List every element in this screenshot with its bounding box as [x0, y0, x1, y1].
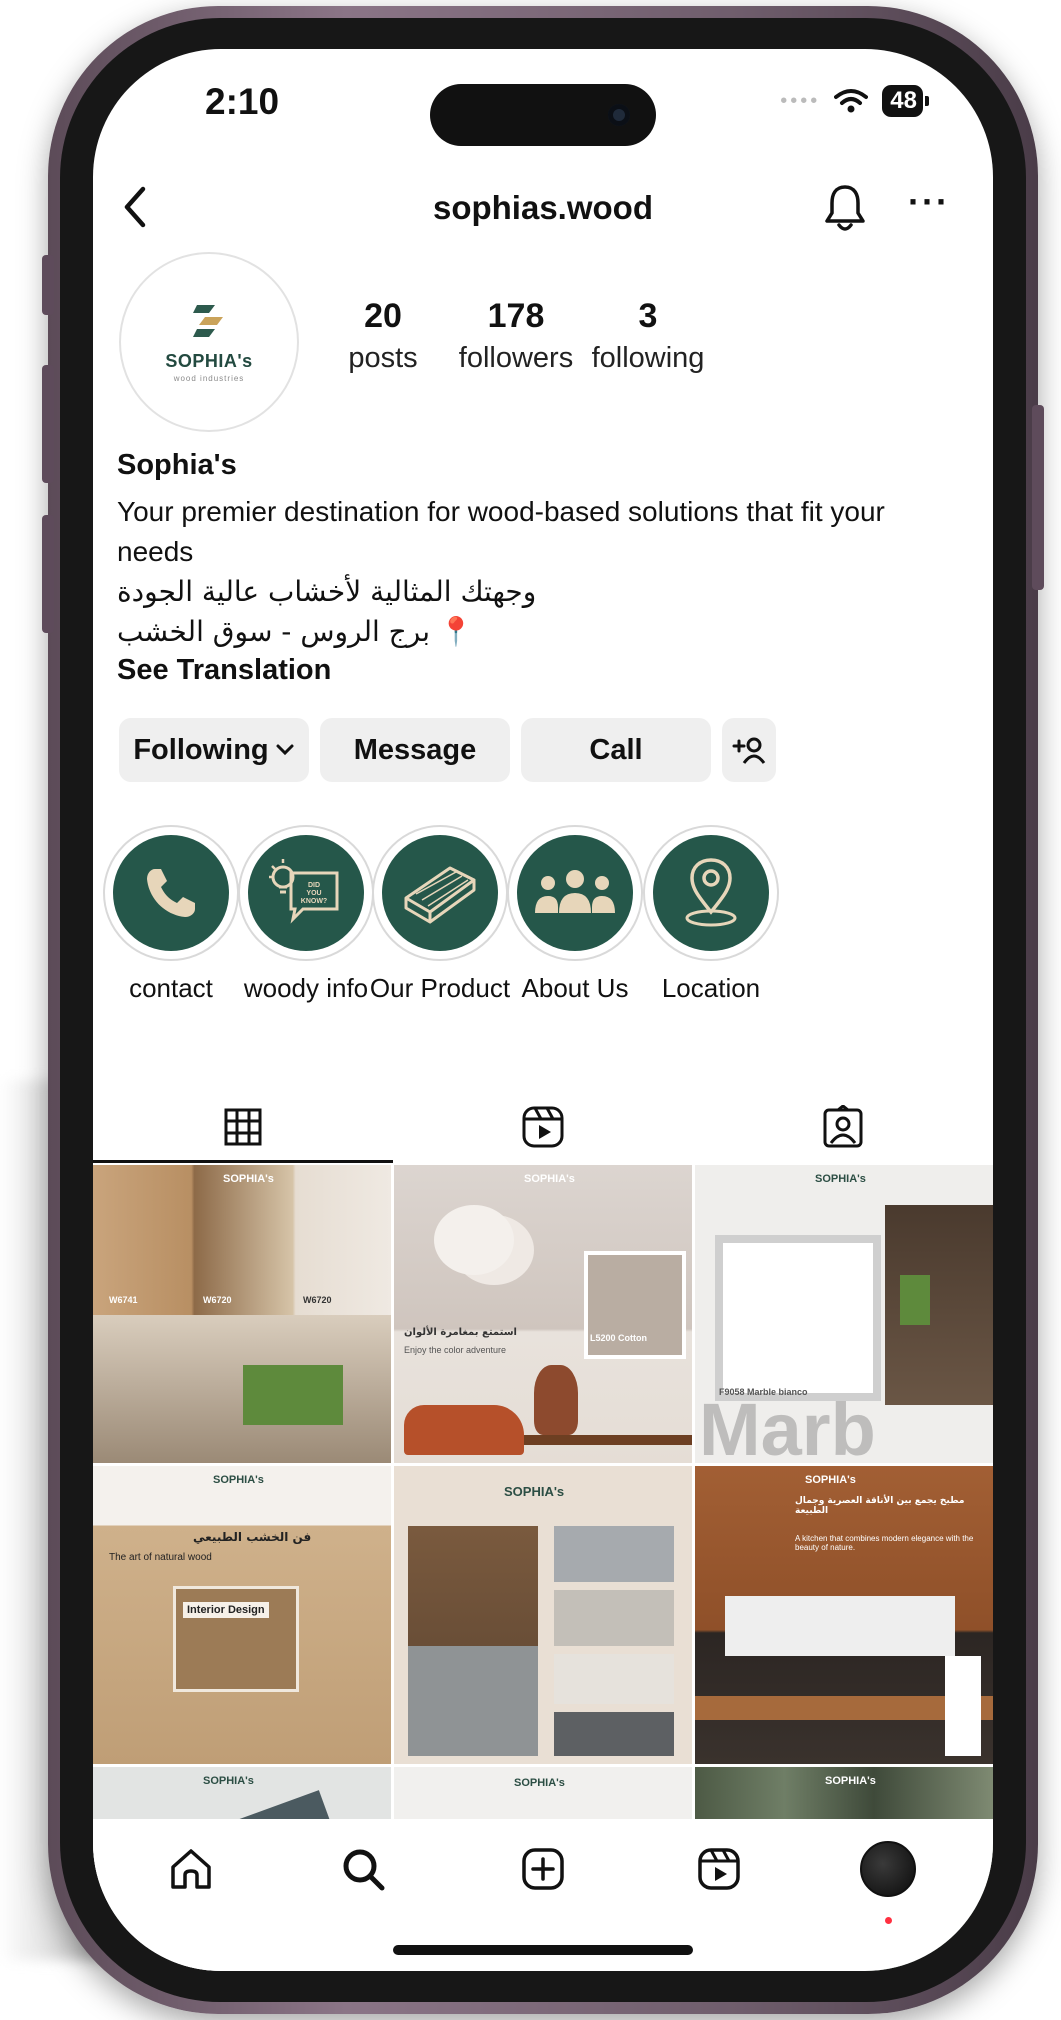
add-person-icon [732, 737, 766, 764]
signal-dots-icon: •••• [780, 89, 821, 112]
post-2-logo: SOPHIA's [524, 1173, 575, 1185]
status-icons: •••• 48 [780, 85, 929, 117]
lightbulb-chat-icon: DID YOU KNOW? [269, 859, 339, 924]
avatar-brand-subtext: wood industries [173, 374, 245, 383]
following-button-label: Following [133, 733, 269, 766]
following-button[interactable]: Following [119, 718, 309, 782]
post-4-label: Interior Design [183, 1602, 269, 1618]
post-6-arabic-caption: مطبخ يجمع بين الأناقة العصرية وجمال الطب… [795, 1496, 965, 1516]
wood-planks-icon [404, 866, 476, 924]
nav-home[interactable] [161, 1839, 221, 1899]
brand-logo-icon [193, 305, 223, 337]
profile-header: sophias.wood ··· [93, 169, 993, 249]
add-post-icon [522, 1848, 564, 1890]
tagged-icon [823, 1105, 863, 1148]
phone-screen: 2:10 •••• 48 sophias.wood ··· SOPHIA's w… [93, 49, 993, 1971]
nav-profile[interactable] [858, 1839, 918, 1899]
profile-avatar[interactable]: SOPHIA's wood industries [119, 252, 299, 432]
post-3-logo: SOPHIA's [815, 1173, 866, 1185]
battery-indicator: 48 [882, 85, 929, 117]
profile-tabs [93, 1094, 993, 1164]
bio-arabic: وجهتك المثالية لأخشاب عالية الجودة [117, 575, 537, 608]
svg-text:KNOW?: KNOW? [301, 898, 327, 905]
post-6-kitchen[interactable]: مطبخ يجمع بين الأناقة العصرية وجمال الطب… [695, 1466, 993, 1764]
stat-following-label: following [591, 342, 705, 374]
reels-icon [698, 1848, 740, 1890]
post-8-logo: SOPHIA's [514, 1777, 565, 1789]
wifi-icon [834, 89, 869, 113]
post-5-samples[interactable]: SOPHIA's [394, 1466, 692, 1764]
profile-avatar-small [860, 1841, 916, 1897]
bio-english: Your premier destination for wood-based … [117, 496, 885, 567]
svg-text:YOU: YOU [306, 890, 321, 897]
nav-search[interactable] [333, 1839, 393, 1899]
more-options-icon[interactable]: ··· [908, 181, 950, 223]
home-indicator [393, 1945, 693, 1955]
camera-icon [608, 104, 630, 126]
bell-icon[interactable] [823, 179, 867, 235]
volume-up-button [42, 365, 54, 483]
stat-following-value: 3 [638, 297, 658, 335]
grid-icon [224, 1108, 262, 1146]
post-2-swatch-label: L5200 Cotton [590, 1333, 648, 1343]
post-1-code-2: W6720 [203, 1295, 232, 1305]
power-button [1032, 405, 1044, 590]
highlight-location-label: Location [661, 973, 761, 1003]
profile-bio: Sophia's Your premier destination for wo… [117, 449, 967, 687]
post-6-english-caption: A kitchen that combines modern elegance … [795, 1534, 974, 1552]
post-9-logo: SOPHIA's [825, 1775, 876, 1787]
tab-tagged[interactable] [693, 1094, 993, 1160]
bio-location: 📍 برج الروس - سوق الخشب [117, 615, 474, 648]
suggested-users-button[interactable] [722, 718, 776, 782]
message-button[interactable]: Message [320, 718, 510, 782]
notification-dot [885, 1917, 892, 1924]
highlight-location[interactable]: Location [631, 825, 791, 1004]
stat-following[interactable]: 3 following [558, 297, 738, 375]
status-time: 2:10 [205, 81, 280, 122]
profile-display-name: Sophia's [117, 449, 237, 481]
post-1-code-1: W6741 [109, 1295, 138, 1305]
home-icon [171, 1849, 211, 1889]
location-pin-icon [685, 858, 737, 927]
tab-active-indicator [93, 1160, 393, 1163]
post-4-natural-wood[interactable]: فن الخشب الطبيعي The art of natural wood… [93, 1466, 391, 1764]
volume-down-button [42, 515, 54, 633]
post-3-marble[interactable]: F9058 Marble bianco Marb SOPHIA's [695, 1165, 993, 1463]
post-4-arabic-caption: فن الخشب الطبيعي [193, 1530, 312, 1544]
post-1-code-3: W6720 [303, 1295, 332, 1305]
post-5-logo: SOPHIA's [504, 1484, 565, 1499]
post-2-english-caption: Enjoy the color adventure [404, 1345, 507, 1355]
post-6-logo: SOPHIA's [805, 1474, 856, 1486]
post-3-watermark-text: Marb [699, 1388, 876, 1464]
tab-posts-grid[interactable] [93, 1094, 393, 1160]
post-4-logo: SOPHIA's [213, 1474, 264, 1486]
phone-icon [147, 869, 195, 917]
mute-switch [42, 255, 54, 315]
group-icon [535, 870, 615, 913]
see-translation-link[interactable]: See Translation [117, 654, 967, 687]
post-2-arabic-caption: استمتع بمغامرة الألوان [404, 1327, 517, 1338]
tab-reels[interactable] [393, 1094, 693, 1160]
post-4-english-caption: The art of natural wood [109, 1552, 212, 1563]
reels-icon [522, 1106, 564, 1148]
post-1-logo: SOPHIA's [223, 1173, 274, 1185]
search-icon [343, 1849, 385, 1891]
call-button[interactable]: Call [521, 718, 711, 782]
nav-create[interactable] [513, 1839, 573, 1899]
post-1-wood-panels[interactable]: W6741 W6720 W6720 SOPHIA's [93, 1165, 391, 1463]
post-2-cotton[interactable]: L5200 Cotton استمتع بمغامرة الألوان Enjo… [394, 1165, 692, 1463]
post-7-logo: SOPHIA's [203, 1775, 254, 1787]
avatar-brand-text: SOPHIA's [165, 351, 253, 371]
nav-reels[interactable] [689, 1839, 749, 1899]
chevron-down-icon [276, 744, 294, 756]
svg-text:DID: DID [308, 882, 320, 889]
dynamic-island [430, 84, 656, 146]
